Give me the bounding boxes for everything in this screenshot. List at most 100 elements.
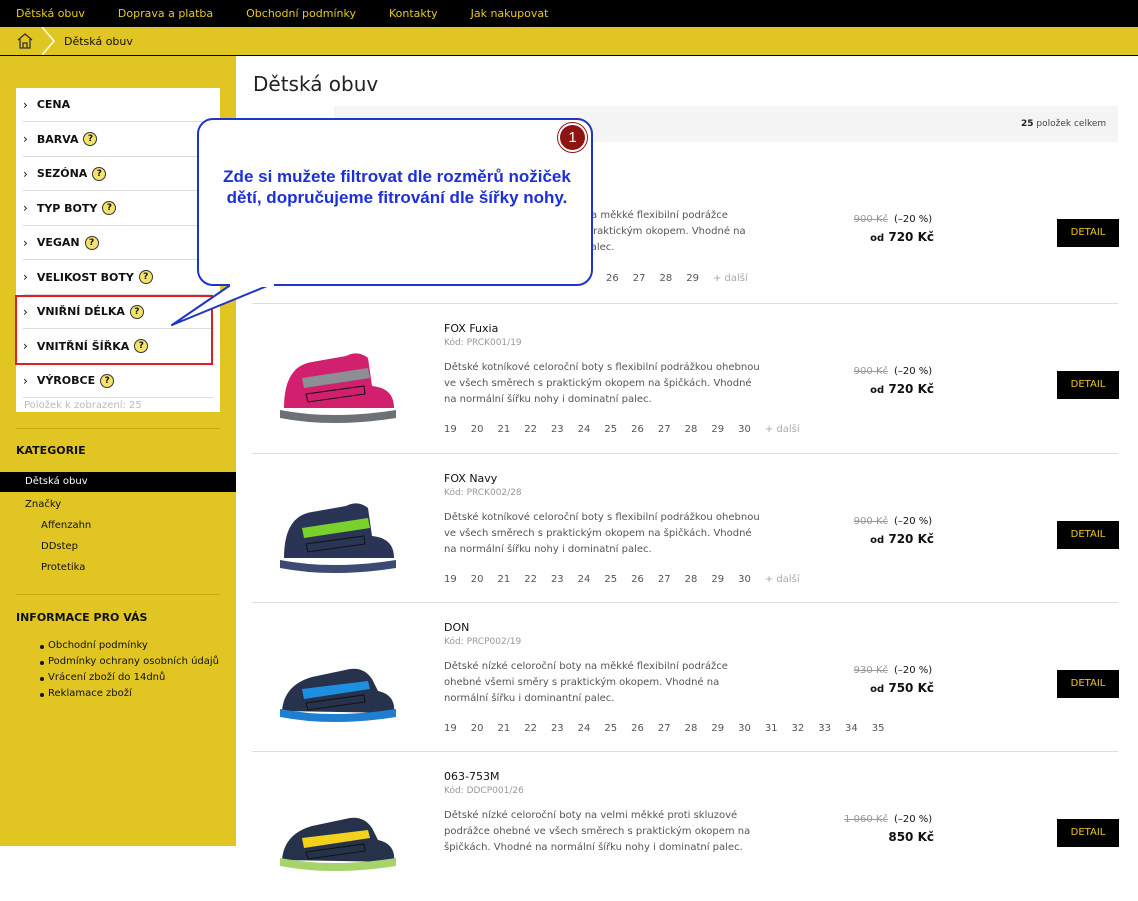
detail-button[interactable]: DETAIL — [1057, 219, 1119, 247]
size-option[interactable]: 20 — [471, 574, 484, 585]
size-option[interactable]: 27 — [658, 424, 671, 435]
product-row: FOX Fuxia Kód: PRCK001/19 Dětské kotníkové… — [252, 303, 1119, 453]
size-option[interactable]: 27 — [658, 574, 671, 585]
size-option[interactable]: 21 — [497, 574, 510, 585]
size-option[interactable]: 24 — [578, 723, 591, 734]
category-brand-item[interactable]: Protetika — [41, 562, 85, 573]
size-option[interactable]: 19 — [444, 574, 457, 585]
topnav-link[interactable]: Doprava a platba — [118, 7, 213, 20]
home-icon[interactable] — [16, 32, 34, 50]
size-option[interactable]: 34 — [845, 723, 858, 734]
size-option[interactable]: 29 — [711, 723, 724, 734]
discount: (–20 %) — [894, 516, 933, 527]
product-image[interactable] — [272, 764, 402, 892]
product-image[interactable] — [272, 316, 402, 444]
filter-row[interactable]: › VÝROBCE? — [23, 364, 213, 398]
more-sizes-link[interactable]: + další — [765, 424, 800, 435]
breadcrumb-separator-icon — [42, 27, 55, 55]
size-option[interactable]: 27 — [658, 723, 671, 734]
size-option[interactable]: 26 — [606, 273, 619, 284]
size-option[interactable]: 35 — [872, 723, 885, 734]
size-option[interactable]: 29 — [711, 574, 724, 585]
size-option[interactable]: 27 — [633, 273, 646, 284]
detail-button[interactable]: DETAIL — [1057, 521, 1119, 549]
detail-button[interactable]: DETAIL — [1057, 670, 1119, 698]
filter-row[interactable]: › SEZÓNA? — [23, 157, 213, 191]
size-option[interactable]: 24 — [578, 574, 591, 585]
product-image[interactable] — [272, 615, 402, 743]
detail-button[interactable]: DETAIL — [1057, 371, 1119, 399]
size-option[interactable]: 22 — [524, 424, 537, 435]
size-option[interactable]: 26 — [631, 424, 644, 435]
size-option[interactable]: 23 — [551, 723, 564, 734]
size-option[interactable]: 25 — [604, 424, 617, 435]
filter-row[interactable]: › VELIKOST BOTY? — [23, 261, 213, 295]
size-option[interactable]: 23 — [551, 424, 564, 435]
filter-row[interactable]: › VEGAN? — [23, 226, 213, 260]
size-list: 19 20 21 22 23 24 25 26 27 28 29 30 + další — [444, 574, 814, 585]
category-brand-item[interactable]: Affenzahn — [41, 520, 91, 531]
category-active[interactable]: Dětská obuv — [0, 472, 236, 492]
info-link[interactable]: Obchodní podmínky — [40, 640, 148, 651]
product-name[interactable]: DON — [444, 621, 469, 634]
size-option[interactable]: 30 — [738, 424, 751, 435]
size-option[interactable]: 30 — [738, 574, 751, 585]
more-sizes-link[interactable]: + další — [765, 574, 800, 585]
filter-row[interactable]: › BARVA? — [23, 123, 213, 157]
size-option[interactable]: 28 — [685, 723, 698, 734]
category-brand-item[interactable]: DDstep — [41, 541, 78, 552]
topnav-link[interactable]: Kontakty — [389, 7, 438, 20]
topnav-link[interactable]: Obchodní podmínky — [246, 7, 356, 20]
size-option[interactable]: 28 — [685, 424, 698, 435]
price: 850 Kč — [888, 830, 934, 844]
topnav-link[interactable]: Jak nakupovat — [471, 7, 549, 20]
product-name[interactable]: FOX Navy — [444, 472, 497, 485]
product-image[interactable] — [272, 466, 402, 594]
size-option[interactable]: 28 — [685, 574, 698, 585]
topnav-link[interactable]: Dětská obuv — [16, 7, 85, 20]
product-name[interactable]: FOX Fuxia — [444, 322, 498, 335]
product-name[interactable]: 063-753M — [444, 770, 499, 783]
size-option[interactable]: 29 — [711, 424, 724, 435]
help-icon[interactable]: ? — [100, 373, 115, 388]
size-option[interactable]: 26 — [631, 574, 644, 585]
size-option[interactable]: 20 — [471, 723, 484, 734]
size-option[interactable]: 28 — [659, 273, 672, 284]
old-price: 900 Kč — [853, 214, 888, 225]
size-option[interactable]: 23 — [551, 574, 564, 585]
size-option[interactable]: 29 — [686, 273, 699, 284]
size-option[interactable]: 22 — [524, 574, 537, 585]
info-link[interactable]: Reklamace zboží — [40, 688, 132, 699]
divider — [16, 428, 220, 429]
size-option[interactable]: 19 — [444, 723, 457, 734]
more-sizes-link[interactable]: + další — [713, 273, 748, 284]
help-icon[interactable]: ? — [83, 132, 98, 146]
size-option[interactable]: 25 — [604, 574, 617, 585]
help-icon[interactable]: ? — [92, 166, 107, 181]
filter-label: CENA — [36, 98, 71, 111]
size-option[interactable]: 30 — [738, 723, 751, 734]
category-brands[interactable]: Značky — [25, 499, 61, 510]
size-option[interactable]: 24 — [578, 424, 591, 435]
size-option[interactable]: 22 — [524, 723, 537, 734]
product-code: Kód: PRCK001/19 — [444, 338, 522, 348]
size-option[interactable]: 26 — [631, 723, 644, 734]
info-link[interactable]: Vrácení zboží do 14dnů — [39, 672, 165, 683]
help-icon[interactable]: ? — [84, 235, 99, 250]
filter-row[interactable]: › CENA — [23, 88, 213, 122]
size-option[interactable]: 33 — [818, 723, 831, 734]
size-option[interactable]: 20 — [471, 424, 484, 435]
detail-button[interactable]: DETAIL — [1057, 819, 1119, 847]
filter-count: Položek k zobrazení: 25 — [24, 400, 142, 411]
size-option[interactable]: 31 — [765, 723, 778, 734]
help-icon[interactable]: ? — [138, 270, 153, 284]
filter-row[interactable]: › TYP BOTY? — [23, 192, 213, 226]
size-option[interactable]: 19 — [444, 424, 457, 435]
size-option[interactable]: 21 — [497, 723, 510, 734]
help-icon[interactable]: ? — [102, 201, 117, 215]
size-option[interactable]: 32 — [792, 723, 805, 734]
size-list: 19 20 21 22 23 24 25 26 27 28 29 30 31 32 33 34 35 — [444, 723, 898, 734]
info-link[interactable]: Podmínky ochrany osobních údajů — [39, 656, 219, 667]
size-option[interactable]: 25 — [604, 723, 617, 734]
size-option[interactable]: 21 — [497, 424, 510, 435]
